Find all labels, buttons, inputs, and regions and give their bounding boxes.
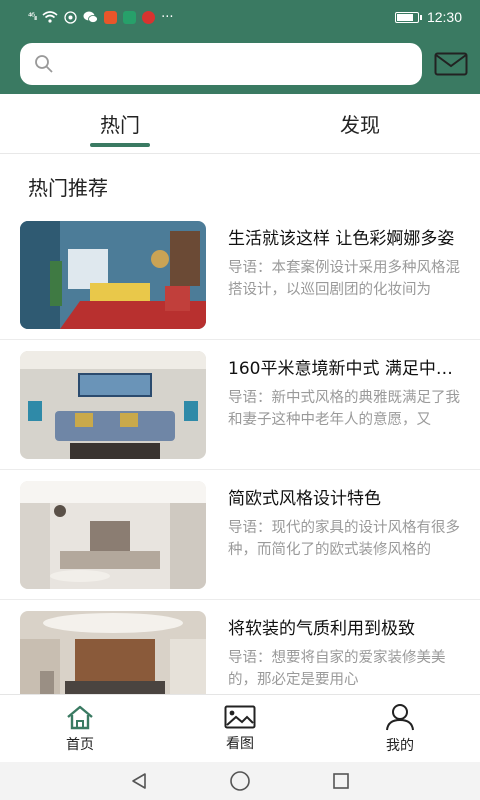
video-app-icon [104,10,118,24]
image-icon [224,705,256,728]
nav-gallery[interactable]: 看图 [160,695,320,762]
section-title: 热门推荐 [28,176,108,200]
status-time: 12:30 [426,9,462,25]
recents-icon[interactable] [331,771,351,791]
system-nav-bar [0,762,480,800]
article-thumbnail [20,610,206,694]
mail-icon [434,52,468,76]
search-icon [35,55,53,73]
article-title: 160平米意境新中式 满足中老年人的心愿 [228,358,466,379]
battery-icon [394,11,422,23]
signal-icon: ⁴⁶ᵢₗₗ [28,11,37,23]
article-desc: 导语：想要将自家的爱家装修美美的，那必定是要用心 [228,649,446,688]
home-icon [67,705,93,729]
more-notifications-icon: ··· [161,9,174,25]
article-desc: 导语：现代的家具的设计风格有很多种，而简化了的欧式装修风格的 [228,519,460,558]
bottom-nav: 首页 看图 我的 [0,694,480,762]
message-button[interactable] [434,51,468,77]
list-item[interactable]: 将软装的气质利用到极致 导语：想要将自家的爱家装修美美的，那必定是要用心 [0,600,480,694]
tab-bar: 热门 发现 [0,94,480,154]
nav-gallery-label: 看图 [226,735,254,752]
article-text: 生活就该这样 让色彩婀娜多姿 导语：本套案例设计采用多种风格混搭设计，以巡回剧团… [228,227,466,323]
article-text: 简欧式风格设计特色 导语：现代的家具的设计风格有很多种，而简化了的欧式装修风格的 [228,487,466,583]
nav-mine[interactable]: 我的 [320,695,480,762]
article-desc: 导语：本套案例设计采用多种风格混搭设计，以巡回剧团的化妆间为 [228,259,460,298]
status-bar: ⁴⁶ᵢₗₗ ··· 12:30 [0,0,480,34]
nav-home[interactable]: 首页 [0,695,160,762]
status-right: 12:30 [394,9,462,25]
search-input[interactable] [20,43,422,85]
article-thumbnail [20,480,206,589]
wifi-icon [42,11,58,23]
list-item[interactable]: 生活就该这样 让色彩婀娜多姿 导语：本套案例设计采用多种风格混搭设计，以巡回剧团… [0,210,480,340]
browser-icon [64,10,77,24]
home-circle-icon[interactable] [229,770,251,792]
article-title: 将软装的气质利用到极致 [228,618,415,639]
article-text: 160平米意境新中式 满足中老年人的心愿 导语：新中式风格的典雅既满足了我和妻子… [228,357,466,453]
user-icon [386,703,414,730]
list-item[interactable]: 简欧式风格设计特色 导语：现代的家具的设计风格有很多种，而简化了的欧式装修风格的 [0,470,480,600]
list-item[interactable]: 160平米意境新中式 满足中老年人的心愿 导语：新中式风格的典雅既满足了我和妻子… [0,340,480,470]
article-text: 将软装的气质利用到极致 导语：想要将自家的爱家装修美美的，那必定是要用心 [228,617,466,695]
tab-discover[interactable]: 发现 [240,94,480,153]
article-thumbnail [20,220,206,329]
nav-home-label: 首页 [66,736,94,753]
tab-hot[interactable]: 热门 [0,94,240,153]
article-list[interactable]: 生活就该这样 让色彩婀娜多姿 导语：本套案例设计采用多种风格混搭设计，以巡回剧团… [0,210,480,694]
map-app-icon [123,10,137,24]
status-left: ⁴⁶ᵢₗₗ ··· [28,10,395,25]
weibo-app-icon [142,10,156,24]
article-title: 简欧式风格设计特色 [228,488,381,509]
search-header [0,34,480,94]
battery-level [396,13,414,21]
article-thumbnail [20,350,206,459]
back-icon[interactable] [129,771,149,791]
nav-mine-label: 我的 [386,737,414,754]
article-desc: 导语：新中式风格的典雅既满足了我和妻子这种中老年人的意愿，又 [228,389,460,428]
article-title: 生活就该这样 让色彩婀娜多姿 [228,228,455,249]
wechat-icon [83,11,99,23]
